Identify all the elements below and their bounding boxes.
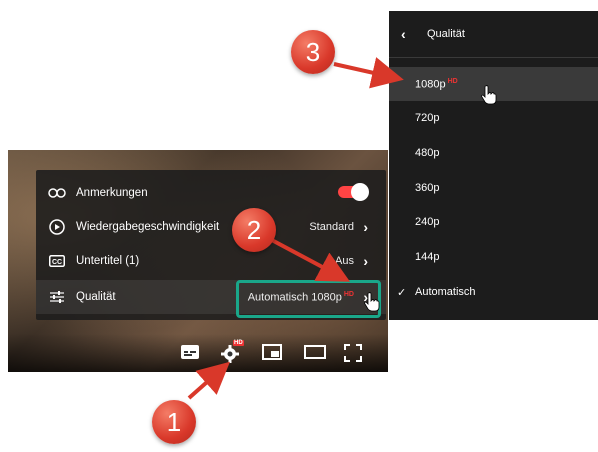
hand-cursor-icon bbox=[364, 292, 380, 312]
checkmark-icon: ✓ bbox=[397, 286, 407, 299]
quality-option-automatic[interactable]: ✓ Automatisch bbox=[389, 275, 598, 309]
hand-cursor-icon bbox=[481, 85, 497, 105]
menu-row-label: Untertitel (1) bbox=[76, 255, 140, 267]
quality-option-label: 144p bbox=[415, 251, 440, 263]
menu-row-playback-speed[interactable]: Wiedergabegeschwindigkeit Standard › bbox=[36, 210, 386, 244]
miniplayer-icon[interactable] bbox=[262, 344, 282, 362]
cc-icon: CC bbox=[48, 252, 66, 270]
callout-badge-2: 2 bbox=[232, 208, 276, 252]
quality-option-label: 240p bbox=[415, 216, 440, 228]
menu-row-value: Aus bbox=[335, 255, 354, 267]
menu-row-label: Anmerkungen bbox=[76, 187, 148, 199]
player-control-bar: HD bbox=[8, 334, 388, 372]
sliders-icon bbox=[48, 288, 66, 306]
gear-hd-badge: HD bbox=[233, 340, 244, 346]
callout-badge-3: 3 bbox=[291, 30, 335, 74]
callout-badge-1: 1 bbox=[152, 400, 196, 444]
quality-option-144p[interactable]: 144p bbox=[389, 240, 598, 274]
quality-option-label: Automatisch bbox=[415, 286, 476, 298]
video-player: Anmerkungen Wiedergabegeschwindigkeit St… bbox=[8, 150, 388, 372]
quality-option-label: 720p bbox=[415, 112, 440, 124]
menu-row-subtitles[interactable]: CC Untertitel (1) Aus › bbox=[36, 244, 386, 278]
quality-option-label: 480p bbox=[415, 147, 440, 159]
chevron-right-icon: › bbox=[363, 253, 368, 269]
menu-row-annotations[interactable]: Anmerkungen bbox=[36, 176, 386, 210]
quality-option-240p[interactable]: 240p bbox=[389, 205, 598, 239]
quality-menu: ‹ Qualität 1080p HD 720p 480p 360p 240p 1… bbox=[389, 11, 598, 320]
annotations-toggle[interactable] bbox=[338, 183, 369, 201]
menu-row-value: Standard bbox=[309, 221, 354, 233]
subtitles-icon[interactable] bbox=[180, 344, 200, 362]
quality-option-720p[interactable]: 720p bbox=[389, 101, 598, 135]
back-chevron-icon[interactable]: ‹ bbox=[401, 26, 406, 42]
quality-option-label: 360p bbox=[415, 182, 440, 194]
svg-text:CC: CC bbox=[52, 259, 62, 266]
quality-highlight-box bbox=[236, 280, 381, 318]
quality-menu-header[interactable]: ‹ Qualität bbox=[389, 11, 598, 58]
speed-icon bbox=[48, 218, 66, 236]
hd-badge: HD bbox=[447, 77, 458, 85]
quality-option-360p[interactable]: 360p bbox=[389, 171, 598, 205]
menu-row-label: Wiedergabegeschwindigkeit bbox=[76, 221, 220, 233]
theater-mode-icon[interactable] bbox=[304, 344, 326, 362]
quality-option-480p[interactable]: 480p bbox=[389, 136, 598, 170]
quality-menu-title: Qualität bbox=[427, 28, 465, 40]
chevron-right-icon: › bbox=[363, 219, 368, 235]
menu-row-label: Qualität bbox=[76, 291, 116, 303]
annotations-icon bbox=[48, 184, 66, 202]
settings-gear-icon[interactable]: HD bbox=[220, 340, 244, 363]
fullscreen-icon[interactable] bbox=[344, 344, 364, 362]
quality-option-label: 1080p bbox=[415, 78, 446, 91]
